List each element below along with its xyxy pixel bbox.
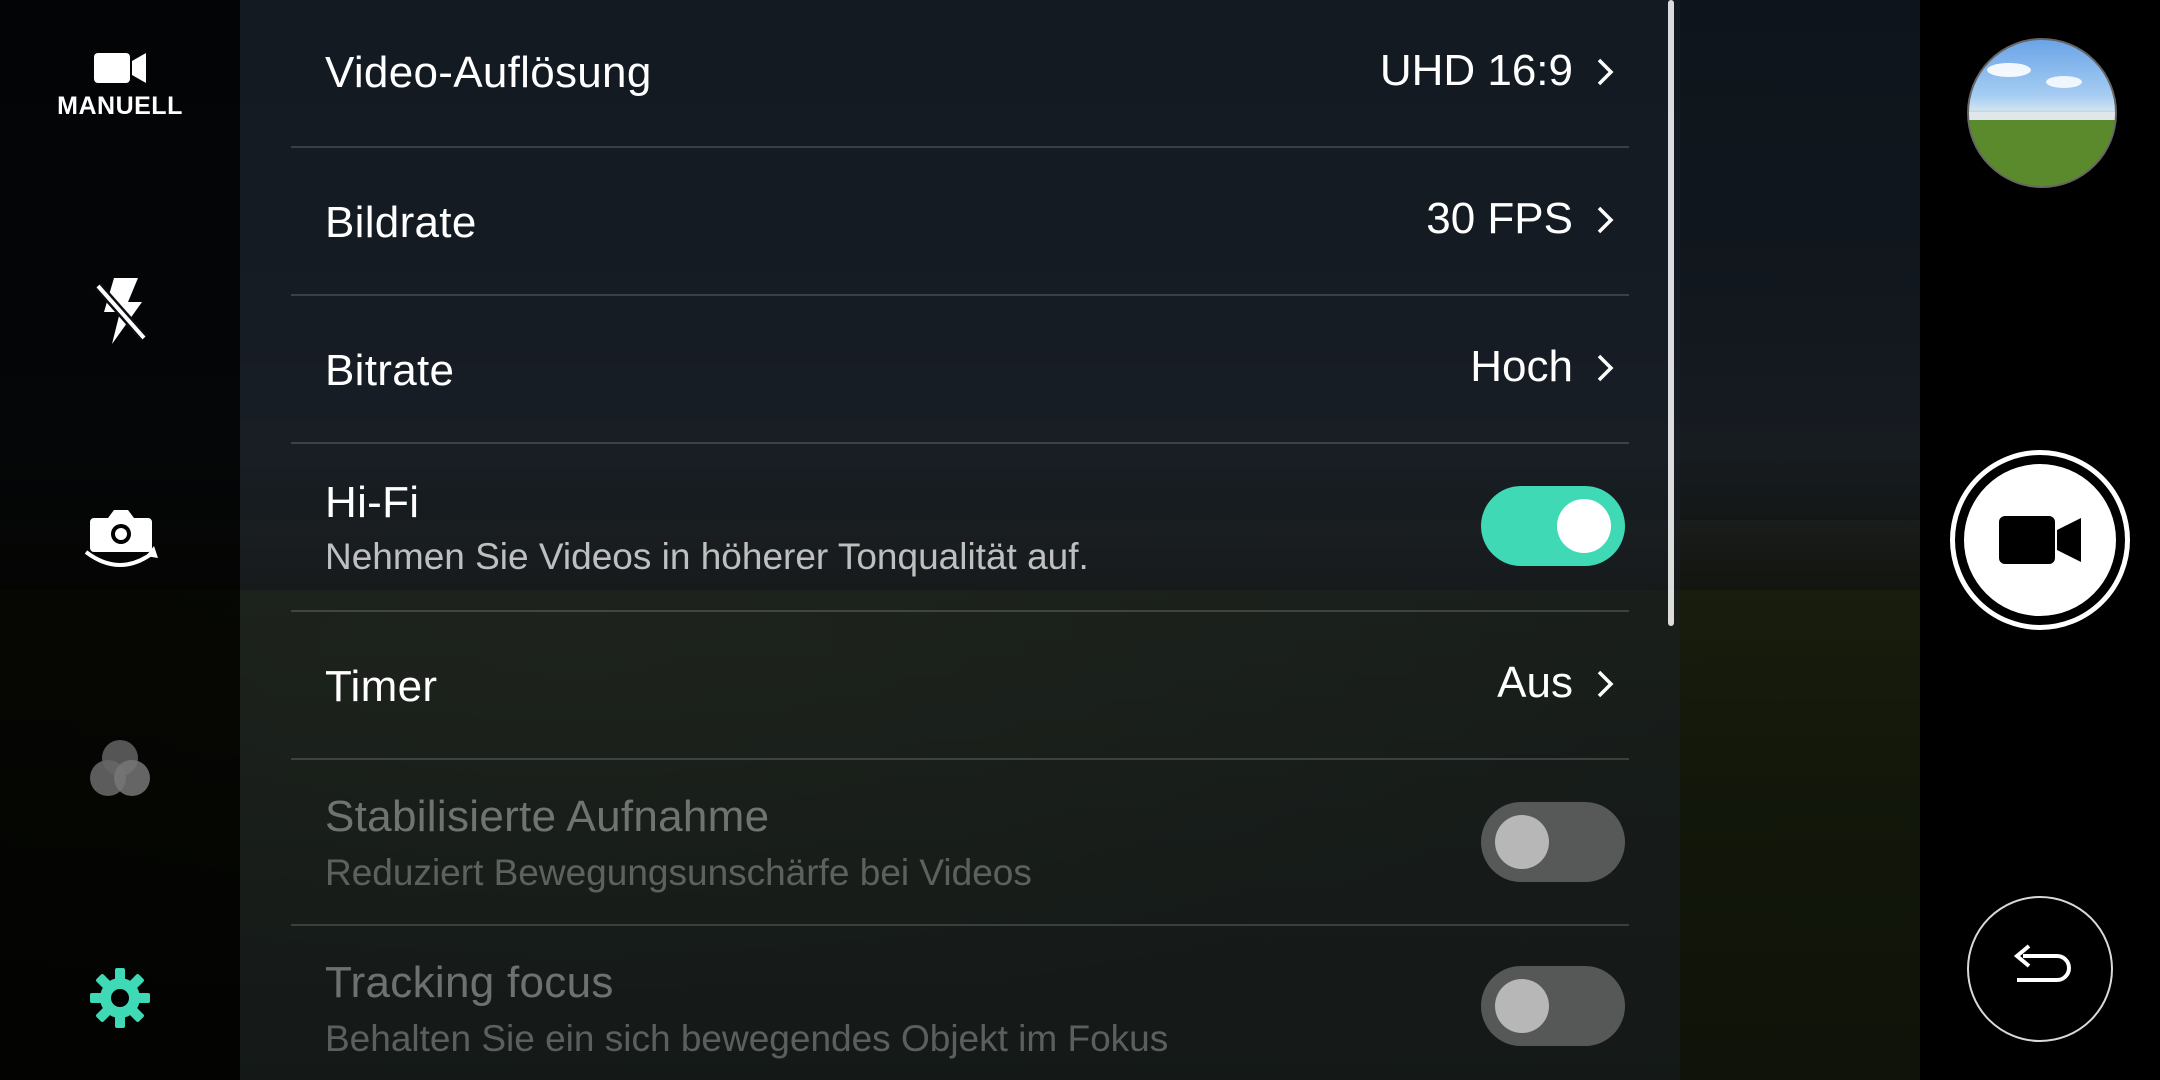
chevron-right-icon — [1597, 670, 1614, 698]
setting-tracking-focus: Tracking focus Behalten Sie ein sich bew… — [291, 926, 1629, 1080]
chevron-right-icon — [1597, 206, 1614, 234]
setting-subtitle: Behalten Sie ein sich bewegendes Objekt … — [325, 1018, 1169, 1059]
setting-timer[interactable]: Timer Aus — [291, 612, 1629, 760]
setting-title: Timer — [325, 662, 438, 711]
video-camera-icon[interactable] — [92, 48, 148, 88]
setting-value: 30 FPS — [1426, 194, 1573, 243]
record-button-inner — [1964, 464, 2116, 616]
toggle-knob — [1557, 499, 1611, 553]
setting-title: Tracking focus — [325, 958, 614, 1007]
stabilization-toggle[interactable] — [1481, 802, 1625, 882]
setting-value: Aus — [1497, 658, 1573, 707]
left-rail: MANUELL — [0, 0, 240, 1080]
setting-hifi: Hi-Fi Nehmen Sie Videos in höherer Tonqu… — [291, 444, 1629, 612]
setting-value: Hoch — [1470, 342, 1573, 391]
switch-camera-icon[interactable] — [80, 500, 160, 576]
video-record-icon — [1999, 516, 2081, 564]
setting-frame-rate[interactable]: Bildrate 30 FPS — [291, 148, 1629, 296]
setting-title: Bildrate — [325, 198, 477, 247]
setting-title: Hi-Fi — [325, 478, 420, 527]
gallery-thumbnail[interactable] — [1967, 38, 2117, 188]
camera-screen: MANUELL Video-Auflösung UHD 16:9 Bildrat… — [0, 0, 2160, 1080]
setting-subtitle: Reduziert Bewegungsunschärfe bei Videos — [325, 852, 1032, 893]
hifi-toggle[interactable] — [1481, 486, 1625, 566]
setting-value: UHD 16:9 — [1379, 46, 1573, 95]
back-button[interactable] — [1967, 896, 2113, 1042]
setting-title: Video-Auflösung — [325, 48, 652, 97]
chevron-right-icon — [1597, 354, 1614, 382]
tracking-focus-toggle[interactable] — [1481, 966, 1625, 1046]
flash-off-icon[interactable] — [88, 272, 152, 348]
mode-label[interactable]: MANUELL — [40, 92, 200, 121]
toggle-knob — [1495, 815, 1549, 869]
filter-icon[interactable] — [86, 736, 154, 804]
scrollbar[interactable] — [1668, 0, 1674, 626]
viewfinder-strip — [1680, 0, 1920, 1080]
setting-video-resolution[interactable]: Video-Auflösung UHD 16:9 — [291, 0, 1629, 148]
chevron-right-icon — [1597, 58, 1614, 86]
record-button[interactable] — [1950, 450, 2130, 630]
setting-subtitle: Nehmen Sie Videos in höherer Tonqualität… — [325, 536, 1089, 577]
toggle-knob — [1495, 979, 1549, 1033]
setting-title: Bitrate — [325, 346, 455, 395]
gear-icon[interactable] — [88, 966, 152, 1030]
setting-stabilization: Stabilisierte Aufnahme Reduziert Bewegun… — [291, 760, 1629, 926]
setting-bitrate[interactable]: Bitrate Hoch — [291, 296, 1629, 444]
back-arrow-icon — [2013, 944, 2071, 982]
setting-title: Stabilisierte Aufnahme — [325, 792, 770, 841]
